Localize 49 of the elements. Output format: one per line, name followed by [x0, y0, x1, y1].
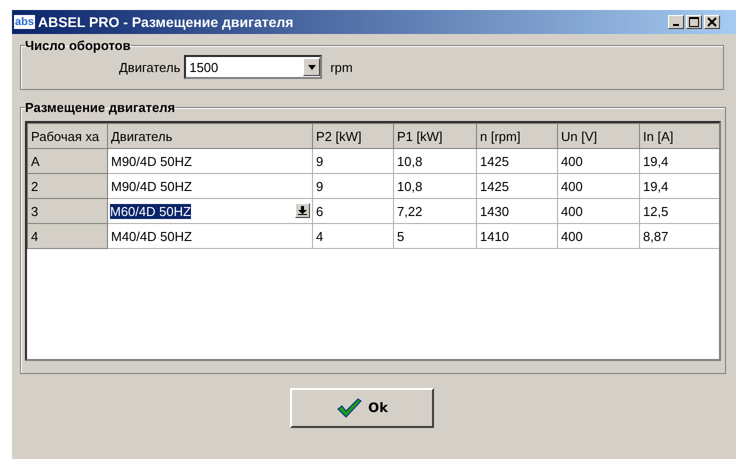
- column-header[interactable]: n [rpm]: [476, 124, 558, 148]
- table-cell: 1410: [476, 224, 558, 248]
- group-title: Размещение двигателя: [25, 100, 176, 115]
- row-header: 4: [28, 224, 108, 248]
- column-header[interactable]: P1 [kW]: [394, 124, 476, 148]
- table-cell: 400: [558, 148, 640, 174]
- dropdown-arrow-icon: [308, 64, 316, 70]
- app-logo: abs: [14, 15, 35, 29]
- group-title: Число оборотов: [25, 38, 131, 53]
- row-header: 2: [28, 174, 108, 198]
- field-label: Двигатель: [119, 60, 180, 74]
- table-cell: 400: [558, 224, 640, 248]
- table-cell: 6: [312, 198, 394, 224]
- minimize-button[interactable]: [668, 15, 684, 29]
- speed-dropdown[interactable]: 1500: [184, 55, 322, 79]
- minimize-icon: [673, 24, 679, 26]
- close-button[interactable]: [704, 15, 720, 29]
- table-cell: 1425: [476, 148, 558, 174]
- maximize-button[interactable]: [686, 15, 702, 29]
- table-cell: 1425: [476, 174, 558, 198]
- table-cell: 7,22: [394, 198, 476, 224]
- close-icon: [707, 17, 717, 27]
- table-cell: M90/4D 50HZ: [108, 174, 312, 198]
- table-cell: 9: [312, 174, 394, 198]
- column-header[interactable]: Рабочая ха: [28, 124, 108, 148]
- window-title: ABSEL PRO - Размещение двигателя: [38, 14, 294, 30]
- column-header[interactable]: Un [V]: [558, 124, 640, 148]
- checkmark-icon: [336, 398, 362, 418]
- row-header: 3: [28, 198, 108, 224]
- table-cell: 1430: [476, 198, 558, 224]
- table-cell: 10,8: [394, 148, 476, 174]
- table-cell: M40/4D 50HZ: [108, 224, 312, 248]
- maximize-icon: [689, 17, 699, 27]
- table-cell: 4: [312, 224, 394, 248]
- cell-editor[interactable]: M60/4D 50HZ: [110, 204, 191, 218]
- down-arrow-icon: [298, 206, 307, 215]
- unit-label: rpm: [330, 60, 353, 74]
- column-header[interactable]: P2 [kW]: [312, 124, 394, 148]
- table-cell: 9: [312, 148, 394, 174]
- dropdown-button[interactable]: [295, 203, 310, 218]
- table-cell: 400: [558, 198, 640, 224]
- ok-button[interactable]: Ok: [290, 388, 434, 428]
- row-header: A: [28, 148, 108, 174]
- table-cell: 400: [558, 174, 640, 198]
- table-cell: 5: [394, 224, 476, 248]
- table-cell: 10,8: [394, 174, 476, 198]
- table-cell: M90/4D 50HZ: [108, 148, 312, 174]
- column-header[interactable]: In [A]: [640, 124, 719, 148]
- column-header[interactable]: Двигатель: [108, 124, 312, 148]
